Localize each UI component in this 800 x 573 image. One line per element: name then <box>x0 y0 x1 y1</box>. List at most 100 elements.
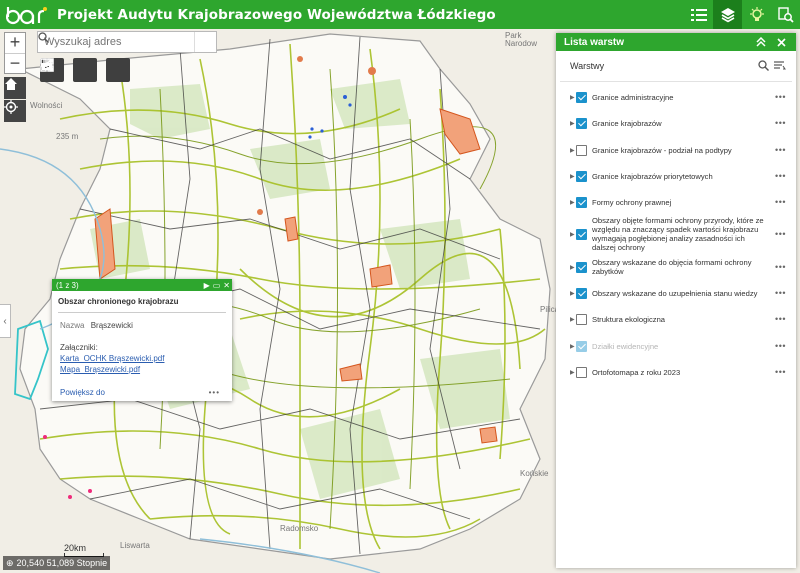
share-icon <box>41 59 53 71</box>
layer-more-button[interactable]: ••• <box>775 341 786 351</box>
expand-icon[interactable]: ▶ <box>570 94 575 101</box>
bulb-button[interactable] <box>742 0 771 29</box>
layer-checkbox[interactable] <box>576 170 587 182</box>
layer-more-button[interactable]: ••• <box>775 314 786 324</box>
expand-icon[interactable]: ▶ <box>570 173 575 180</box>
expand-icon[interactable]: ▶ <box>570 120 575 127</box>
layer-item[interactable]: ▶ Granice krajobrazów priorytetowych ••• <box>556 168 796 184</box>
popup-field-value: Brąszewicki <box>90 321 133 330</box>
layer-checkbox[interactable] <box>576 196 587 208</box>
layer-more-button[interactable]: ••• <box>775 118 786 128</box>
map-label-narodowy: Narodow <box>505 39 538 48</box>
popup-next-icon[interactable]: ▶ <box>204 281 210 290</box>
layers-button[interactable] <box>713 0 742 29</box>
layer-checkbox[interactable] <box>576 117 587 129</box>
legend-button[interactable] <box>684 0 713 29</box>
panel-subheader: Warstwy <box>556 51 796 81</box>
layer-search-icon[interactable] <box>758 60 769 71</box>
expand-icon[interactable]: ▶ <box>570 147 575 154</box>
layer-label: Formy ochrony prawnej <box>592 197 672 207</box>
layer-more-button[interactable]: ••• <box>775 197 786 207</box>
zoom-in-button[interactable]: + <box>5 33 25 53</box>
crosshair-icon: ⊕ <box>6 557 14 568</box>
layer-item[interactable]: ▶ Granice krajobrazów ••• <box>556 115 796 131</box>
layer-checkbox[interactable] <box>576 144 587 156</box>
layer-item[interactable]: ▶ Obszary wskazane do uzupełnienia stanu… <box>556 285 796 301</box>
popup-more-button[interactable]: ••• <box>209 388 220 397</box>
panel-close-icon[interactable] <box>777 33 786 51</box>
analysis-icon <box>777 6 794 23</box>
layer-item[interactable]: ▶ Obszary wskazane do objęcia formami oc… <box>556 256 796 278</box>
layer-label: Działki ewidencyjne <box>592 341 659 351</box>
popup-close-icon[interactable]: ✕ <box>223 281 230 290</box>
layer-checkbox[interactable] <box>576 366 587 378</box>
layer-checkbox[interactable] <box>576 287 587 299</box>
expand-icon[interactable]: ▶ <box>570 199 575 206</box>
attachment-link[interactable]: Mapa_Brąszewicki.pdf <box>60 364 232 375</box>
print-button[interactable] <box>42 58 97 82</box>
zoom-out-button[interactable]: − <box>5 53 25 73</box>
layer-item[interactable]: ▶ Ortofotomapa z roku 2023 ••• <box>556 364 796 380</box>
layer-label: Obszary objęte formami ochrony przyrody,… <box>592 216 764 252</box>
expand-icon[interactable]: ▶ <box>570 369 575 376</box>
layer-label: Granice administracyjne <box>592 92 674 102</box>
map-label-radomsko: Radomsko <box>280 524 319 533</box>
scale-label: 20km <box>64 543 87 553</box>
layer-label: Obszary wskazane do objęcia formami ochr… <box>592 258 752 276</box>
side-collapse-tab[interactable]: ‹ <box>0 304 11 338</box>
locate-icon <box>4 100 18 114</box>
search-input[interactable] <box>38 32 194 52</box>
layer-checkbox[interactable] <box>576 228 587 240</box>
map-label-wolnosci: Wolności <box>30 101 63 110</box>
app-title: Projekt Audytu Krajobrazowego Województw… <box>57 6 496 23</box>
expand-icon[interactable]: ▶ <box>570 343 575 350</box>
layer-item[interactable]: ▶ Działki ewidencyjne ••• <box>556 338 796 354</box>
analysis-button[interactable] <box>771 0 800 29</box>
layer-label: Granice krajobrazów <box>592 118 662 128</box>
attachment-link[interactable]: Karta_OCHK Brąszewicki.pdf <box>60 353 232 364</box>
expand-icon[interactable]: ▶ <box>570 316 575 323</box>
header-toolbar <box>684 0 800 29</box>
popup-header: (1 z 3) ▶ ▭ ✕ <box>52 279 232 291</box>
layer-more-button[interactable]: ••• <box>775 288 786 298</box>
panel-collapse-icon[interactable] <box>756 33 766 51</box>
home-icon <box>5 78 17 90</box>
search-icon <box>38 32 49 43</box>
layer-more-button[interactable]: ••• <box>775 92 786 102</box>
layer-checkbox[interactable] <box>576 313 587 325</box>
map-tool-row <box>40 58 130 82</box>
layer-list-panel: Lista warstw Warstwy ▶ Granice administr… <box>556 33 796 568</box>
popup-counter: (1 z 3) <box>56 280 79 290</box>
layer-checkbox[interactable] <box>576 91 587 103</box>
layer-item[interactable]: ▶ Formy ochrony prawnej ••• <box>556 194 796 210</box>
layer-more-button[interactable]: ••• <box>775 171 786 181</box>
home-button[interactable] <box>4 77 26 99</box>
layer-more-button[interactable]: ••• <box>775 367 786 377</box>
layer-checkbox[interactable] <box>576 261 587 273</box>
scale-bar: 20km <box>64 543 104 557</box>
layer-options-icon[interactable] <box>774 60 786 71</box>
expand-icon[interactable]: ▶ <box>570 264 575 271</box>
popup-dock-icon[interactable]: ▭ <box>213 281 221 290</box>
share-button[interactable] <box>41 58 130 82</box>
popup-title: Obszar chronionego krajobrazu <box>58 297 226 313</box>
legend-icon <box>690 8 707 21</box>
expand-icon[interactable]: ▶ <box>570 231 575 238</box>
coordinate-readout: ⊕ 20,540 51,089 Stopnie <box>3 556 111 570</box>
layer-checkbox[interactable] <box>576 340 587 352</box>
layer-more-button[interactable]: ••• <box>775 262 786 272</box>
layer-item[interactable]: ▶ Granice administracyjne ••• <box>556 89 796 105</box>
layer-more-button[interactable]: ••• <box>775 145 786 155</box>
layer-item[interactable]: ▶ Granice krajobrazów - podział na podty… <box>556 142 796 158</box>
layer-label: Obszary wskazane do uzupełnienia stanu w… <box>592 288 758 298</box>
expand-icon[interactable]: ▶ <box>570 290 575 297</box>
layer-item[interactable]: ▶ Obszary objęte formami ochrony przyrod… <box>556 214 796 254</box>
locate-button[interactable] <box>4 100 26 122</box>
layer-item[interactable]: ▶ Struktura ekologiczna ••• <box>556 311 796 327</box>
layer-more-button[interactable]: ••• <box>775 229 786 239</box>
panel-header: Lista warstw <box>556 33 796 51</box>
zoom-to-link[interactable]: Powiększ do <box>60 388 105 397</box>
search-button[interactable] <box>38 32 216 52</box>
popup-attachments: Załączniki: Karta_OCHK Brąszewicki.pdf M… <box>60 342 232 375</box>
popup-field-row: Nazwa Brąszewicki <box>60 321 232 330</box>
